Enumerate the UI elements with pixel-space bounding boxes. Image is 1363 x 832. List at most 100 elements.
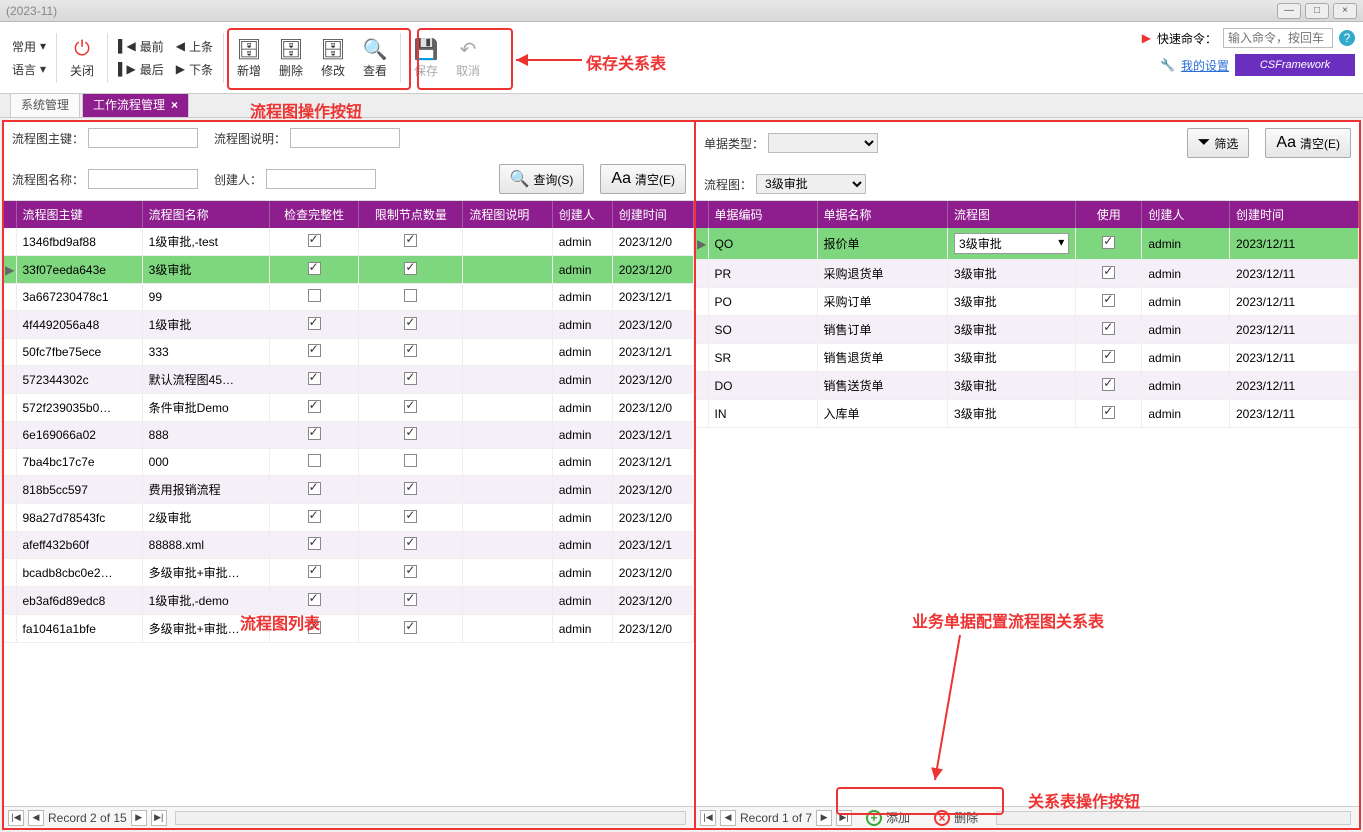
add-relation-button[interactable]: +添加 (856, 807, 920, 828)
nav-last[interactable]: ▌▶ 最后 (118, 61, 164, 78)
flow-key-input[interactable] (88, 128, 198, 148)
language-menu[interactable]: 语言 ▾ (12, 61, 46, 78)
rec-first[interactable]: |◀ (8, 810, 24, 826)
checkbox[interactable] (308, 400, 321, 413)
rec-last[interactable]: ▶| (151, 810, 167, 826)
checkbox[interactable] (1102, 236, 1115, 249)
table-row[interactable]: 3a667230478c199admin2023/12/1 (4, 284, 694, 311)
table-row[interactable]: PO采购订单3级审批admin2023/12/11 (696, 288, 1359, 316)
clear-right-button[interactable]: Aa清空(E) (1265, 128, 1351, 158)
checkbox[interactable] (404, 400, 417, 413)
checkbox[interactable] (404, 621, 417, 634)
checkbox[interactable] (404, 234, 417, 247)
checkbox[interactable] (404, 427, 417, 440)
checkbox[interactable] (404, 593, 417, 606)
checkbox[interactable] (308, 234, 321, 247)
checkbox[interactable] (308, 344, 321, 357)
table-row[interactable]: ▶QO报价单3级审批▾admin2023/12/11 (696, 228, 1359, 260)
checkbox[interactable] (308, 454, 321, 467)
maximize-button[interactable]: □ (1305, 3, 1329, 19)
table-row[interactable]: SO销售订单3级审批admin2023/12/11 (696, 316, 1359, 344)
tab-system[interactable]: 系统管理 (10, 91, 80, 117)
table-row[interactable]: 818b5cc597费用报销流程admin2023/12/0 (4, 476, 694, 504)
minimize-button[interactable]: — (1277, 3, 1301, 19)
quick-command-input[interactable] (1223, 28, 1333, 48)
doctype-select[interactable] (768, 133, 878, 153)
checkbox[interactable] (308, 427, 321, 440)
checkbox[interactable] (308, 482, 321, 495)
table-row[interactable]: DO销售送货单3级审批admin2023/12/11 (696, 372, 1359, 400)
checkbox[interactable] (404, 262, 417, 275)
table-row[interactable]: afeff432b60f88888.xmladmin2023/12/1 (4, 532, 694, 559)
flow-desc-input[interactable] (290, 128, 400, 148)
checkbox[interactable] (308, 262, 321, 275)
checkbox[interactable] (308, 565, 321, 578)
rec-next-r[interactable]: ▶ (816, 810, 832, 826)
checkbox[interactable] (308, 289, 321, 302)
checkbox[interactable] (1102, 294, 1115, 307)
checkbox[interactable] (308, 537, 321, 550)
table-row[interactable]: SR销售退货单3级审批admin2023/12/11 (696, 344, 1359, 372)
flow-grid[interactable]: 流程图主键流程图名称 检查完整性限制节点数量 流程图说明创建人创建时间 1346… (4, 201, 694, 806)
checkbox[interactable] (404, 317, 417, 330)
checkbox[interactable] (1102, 350, 1115, 363)
table-row[interactable]: 50fc7fbe75ece333admin2023/12/1 (4, 339, 694, 366)
checkbox[interactable] (1102, 406, 1115, 419)
cancel-button[interactable]: ↶取消 (447, 32, 489, 83)
table-row[interactable]: 1346fbd9af881级审批,-testadmin2023/12/0 (4, 228, 694, 256)
delete-button[interactable]: 🗄删除 (270, 32, 312, 83)
nav-first[interactable]: ▌◀ 最前 (118, 38, 164, 55)
checkbox[interactable] (308, 510, 321, 523)
checkbox[interactable] (404, 344, 417, 357)
table-row[interactable]: 7ba4bc17c7e000admin2023/12/1 (4, 449, 694, 476)
checkbox[interactable] (308, 317, 321, 330)
checkbox[interactable] (308, 593, 321, 606)
edit-button[interactable]: 🗄修改 (312, 32, 354, 83)
delete-relation-button[interactable]: ×删除 (924, 807, 988, 828)
chevron-down-icon[interactable]: ▾ (1058, 235, 1064, 252)
rec-next[interactable]: ▶ (131, 810, 147, 826)
hscroll[interactable] (175, 811, 686, 825)
rec-last-r[interactable]: ▶| (836, 810, 852, 826)
table-row[interactable]: 572f239035b0…条件审批Demoadmin2023/12/0 (4, 394, 694, 422)
nav-prev[interactable]: ◀ 上条 (176, 38, 213, 55)
rec-first-r[interactable]: |◀ (700, 810, 716, 826)
checkbox[interactable] (404, 510, 417, 523)
table-row[interactable]: 572344302c默认流程图45…admin2023/12/0 (4, 366, 694, 394)
checkbox[interactable] (404, 482, 417, 495)
flow-select[interactable]: 3级审批 (756, 174, 866, 194)
view-button[interactable]: 🔍查看 (354, 32, 396, 83)
rec-prev-r[interactable]: ◀ (720, 810, 736, 826)
rec-prev[interactable]: ◀ (28, 810, 44, 826)
close-button[interactable]: ⏻ 关闭 (61, 32, 103, 83)
checkbox[interactable] (308, 372, 321, 385)
common-menu[interactable]: 常用 ▾ (12, 38, 46, 55)
table-row[interactable]: 4f4492056a481级审批admin2023/12/0 (4, 311, 694, 339)
nav-next[interactable]: ▶ 下条 (176, 61, 213, 78)
help-icon[interactable]: ? (1339, 30, 1355, 46)
table-row[interactable]: 98a27d78543fc2级审批admin2023/12/0 (4, 504, 694, 532)
checkbox[interactable] (1102, 322, 1115, 335)
checkbox[interactable] (404, 565, 417, 578)
table-row[interactable]: IN入库单3级审批admin2023/12/11 (696, 400, 1359, 428)
hscroll-r[interactable] (996, 811, 1351, 825)
checkbox[interactable] (1102, 378, 1115, 391)
table-row[interactable]: PR采购退货单3级审批admin2023/12/11 (696, 260, 1359, 288)
flow-creator-input[interactable] (266, 169, 376, 189)
tab-workflow[interactable]: 工作流程管理× (82, 91, 189, 117)
table-row[interactable]: eb3af6d89edc81级审批,-demoadmin2023/12/0 (4, 587, 694, 615)
checkbox[interactable] (404, 537, 417, 550)
checkbox[interactable] (404, 454, 417, 467)
filter-button[interactable]: ⏷筛选 (1187, 128, 1250, 158)
checkbox[interactable] (1102, 266, 1115, 279)
table-row[interactable]: ▶33f07eeda643e3级审批admin2023/12/0 (4, 256, 694, 284)
checkbox[interactable] (404, 372, 417, 385)
flow-name-input[interactable] (88, 169, 198, 189)
checkbox[interactable] (404, 289, 417, 302)
checkbox[interactable] (308, 621, 321, 634)
table-row[interactable]: fa10461a1bfe多级审批+审批…admin2023/12/0 (4, 615, 694, 643)
close-tab-icon[interactable]: × (171, 98, 178, 112)
clear-left-button[interactable]: Aa清空(E) (600, 164, 686, 194)
add-button[interactable]: 🗄新增 (228, 32, 270, 83)
my-settings-link[interactable]: 我的设置 (1181, 57, 1229, 74)
